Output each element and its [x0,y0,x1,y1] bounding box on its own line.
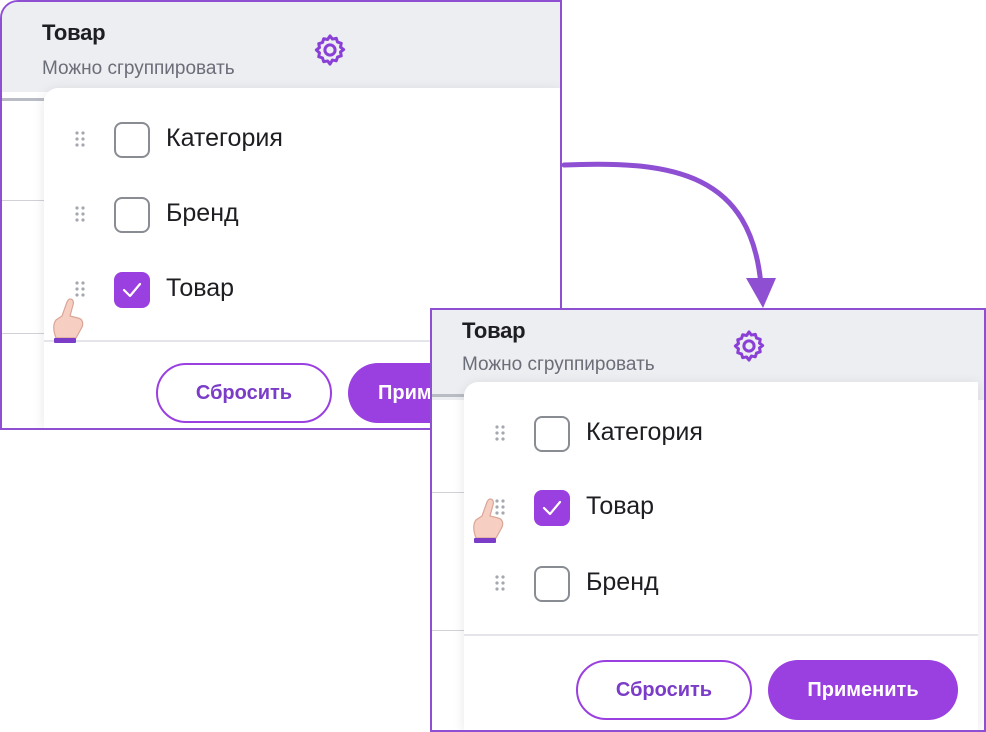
column-subtitle: Можно сгруппировать [462,354,655,375]
checkmark-icon [122,282,142,298]
hand-pointer-icon [473,498,504,543]
table-row-divider [2,98,44,101]
option-label: Категория [166,124,283,152]
gear-icon[interactable] [731,328,767,364]
reset-button[interactable]: Сбросить [576,660,752,720]
reset-button[interactable]: Сбросить [156,363,332,423]
drag-handle-icon[interactable] [74,131,88,151]
grouping-dropdown: Категория Товар Бренд Сбросить Применить [464,382,978,730]
column-title: Товар [462,318,526,343]
checkmark-icon [542,500,562,516]
table-row-divider [432,630,464,631]
column-subtitle: Можно сгруппировать [42,58,235,79]
option-label: Товар [166,274,235,302]
group-option-product[interactable]: Товар [464,476,978,536]
checkbox-checked[interactable] [534,490,570,526]
table-row-divider [432,492,464,493]
option-label: Бренд [586,568,659,596]
group-option-category[interactable]: Категория [464,402,978,462]
group-option-category[interactable]: Категория [44,108,560,168]
checkbox[interactable] [534,566,570,602]
drag-handle-icon[interactable] [494,575,508,595]
drag-handle-icon[interactable] [494,425,508,445]
curved-arrow-icon [561,161,776,308]
column-title: Товар [42,20,106,45]
table-row-divider [432,394,464,397]
column-header: Товар Можно сгруппировать [2,2,560,92]
apply-button[interactable]: Применить [768,660,958,720]
panel-divider [464,634,978,636]
gear-icon[interactable] [312,32,348,68]
group-option-brand[interactable]: Бренд [464,552,978,612]
option-label: Категория [586,418,703,446]
checkbox-checked[interactable] [114,272,150,308]
option-label: Бренд [166,199,239,227]
checkbox[interactable] [114,197,150,233]
drag-handle-icon[interactable] [74,206,88,226]
screenshot-after: Товар Можно сгруппировать Категория Това… [430,308,986,732]
checkbox[interactable] [534,416,570,452]
table-row-divider [2,333,44,334]
hand-pointer-icon [53,298,84,343]
table-row-divider [2,200,44,201]
checkbox[interactable] [114,122,150,158]
option-label: Товар [586,492,655,520]
group-option-brand[interactable]: Бренд [44,183,560,243]
